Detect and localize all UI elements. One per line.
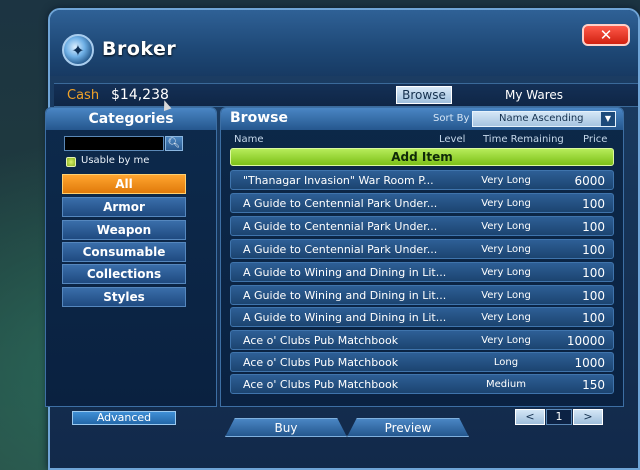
categories-title: Categories	[46, 108, 216, 130]
item-name: Ace o' Clubs Pub Matchbook	[243, 356, 399, 369]
item-name: Ace o' Clubs Pub Matchbook	[243, 378, 399, 391]
category-weapon[interactable]: Weapon	[62, 220, 186, 240]
window-title: Broker	[102, 38, 177, 60]
item-price: 10000	[566, 334, 605, 348]
title-bar[interactable]: ✦ Broker ✕	[50, 10, 638, 76]
item-time: Very Long	[481, 290, 531, 301]
table-row[interactable]: "Thanagar Invasion" War Room P... Very L…	[230, 170, 614, 190]
item-name: A Guide to Wining and Dining in Lit...	[243, 266, 447, 279]
item-name: A Guide to Wining and Dining in Lit...	[243, 311, 447, 324]
item-price: 100	[582, 311, 605, 325]
close-button[interactable]: ✕	[582, 24, 630, 46]
item-time: Very Long	[481, 335, 531, 346]
preview-button[interactable]: Preview	[347, 418, 469, 437]
tab-browse[interactable]: Browse	[396, 86, 452, 104]
item-time: Very Long	[481, 198, 531, 209]
pager-next-button[interactable]: >	[573, 409, 603, 425]
table-row[interactable]: Ace o' Clubs Pub Matchbook Medium 150	[230, 374, 614, 394]
item-price: 100	[582, 289, 605, 303]
search-icon[interactable]: 🔍︎	[165, 136, 183, 151]
item-price: 100	[582, 197, 605, 211]
column-level[interactable]: Level	[439, 134, 465, 145]
broker-emblem-icon: ✦	[62, 34, 94, 66]
add-item-button[interactable]: Add Item	[230, 148, 614, 166]
category-armor[interactable]: Armor	[62, 197, 186, 217]
item-name: A Guide to Centennial Park Under...	[243, 197, 438, 210]
column-price[interactable]: Price	[583, 134, 607, 145]
usable-by-me-checkbox[interactable]	[66, 157, 76, 167]
table-row[interactable]: A Guide to Wining and Dining in Lit... V…	[230, 285, 614, 305]
category-styles[interactable]: Styles	[62, 287, 186, 307]
item-time: Very Long	[481, 221, 531, 232]
item-price: 100	[582, 220, 605, 234]
categories-panel: Categories 🔍︎ Usable by me All Armor Wea…	[45, 107, 217, 407]
item-name: A Guide to Wining and Dining in Lit...	[243, 289, 447, 302]
item-name: "Thanagar Invasion" War Room P...	[243, 174, 434, 187]
table-row[interactable]: A Guide to Centennial Park Under... Very…	[230, 239, 614, 259]
table-row[interactable]: A Guide to Centennial Park Under... Very…	[230, 216, 614, 236]
item-price: 100	[582, 266, 605, 280]
column-name[interactable]: Name	[234, 134, 264, 145]
table-row[interactable]: A Guide to Centennial Park Under... Very…	[230, 193, 614, 213]
tab-my-wares[interactable]: My Wares	[484, 87, 584, 105]
sort-value: Name Ascending	[499, 113, 584, 124]
cash-bar: Cash $14,238 Browse My Wares	[54, 83, 638, 107]
item-name: A Guide to Centennial Park Under...	[243, 243, 438, 256]
pager-page-number: 1	[546, 409, 572, 425]
item-time: Very Long	[481, 175, 531, 186]
browse-title: Browse	[230, 110, 288, 126]
column-time-remaining[interactable]: Time Remaining	[483, 134, 564, 145]
item-time: Very Long	[481, 267, 531, 278]
item-time: Very Long	[481, 312, 531, 323]
item-price: 1000	[574, 356, 605, 370]
item-price: 100	[582, 243, 605, 257]
sort-dropdown[interactable]: Name Ascending ▼	[472, 111, 616, 127]
item-name: Ace o' Clubs Pub Matchbook	[243, 334, 399, 347]
table-row[interactable]: A Guide to Wining and Dining in Lit... V…	[230, 262, 614, 282]
item-time: Long	[493, 357, 519, 368]
item-price: 150	[582, 378, 605, 392]
table-row[interactable]: Ace o' Clubs Pub Matchbook Very Long 100…	[230, 330, 614, 350]
category-consumable[interactable]: Consumable	[62, 242, 186, 262]
item-price: 6000	[574, 174, 605, 188]
category-search-input[interactable]	[64, 136, 164, 151]
usable-by-me-label: Usable by me	[81, 155, 150, 166]
pager-prev-button[interactable]: <	[515, 409, 545, 425]
chevron-down-icon[interactable]: ▼	[601, 112, 615, 126]
advanced-button[interactable]: Advanced	[72, 411, 176, 425]
item-time: Very Long	[481, 244, 531, 255]
table-row[interactable]: A Guide to Wining and Dining in Lit... V…	[230, 307, 614, 327]
browse-header: Browse Sort By Name Ascending ▼	[221, 108, 623, 130]
cash-label: Cash	[67, 88, 100, 103]
category-all[interactable]: All	[62, 174, 186, 194]
browse-panel: Browse Sort By Name Ascending ▼ Name Lev…	[220, 107, 624, 407]
category-collections[interactable]: Collections	[62, 264, 186, 284]
item-time: Medium	[486, 379, 526, 390]
table-row[interactable]: Ace o' Clubs Pub Matchbook Long 1000	[230, 352, 614, 372]
sort-by-label: Sort By	[433, 113, 470, 124]
item-name: A Guide to Centennial Park Under...	[243, 220, 438, 233]
buy-button[interactable]: Buy	[225, 418, 347, 437]
